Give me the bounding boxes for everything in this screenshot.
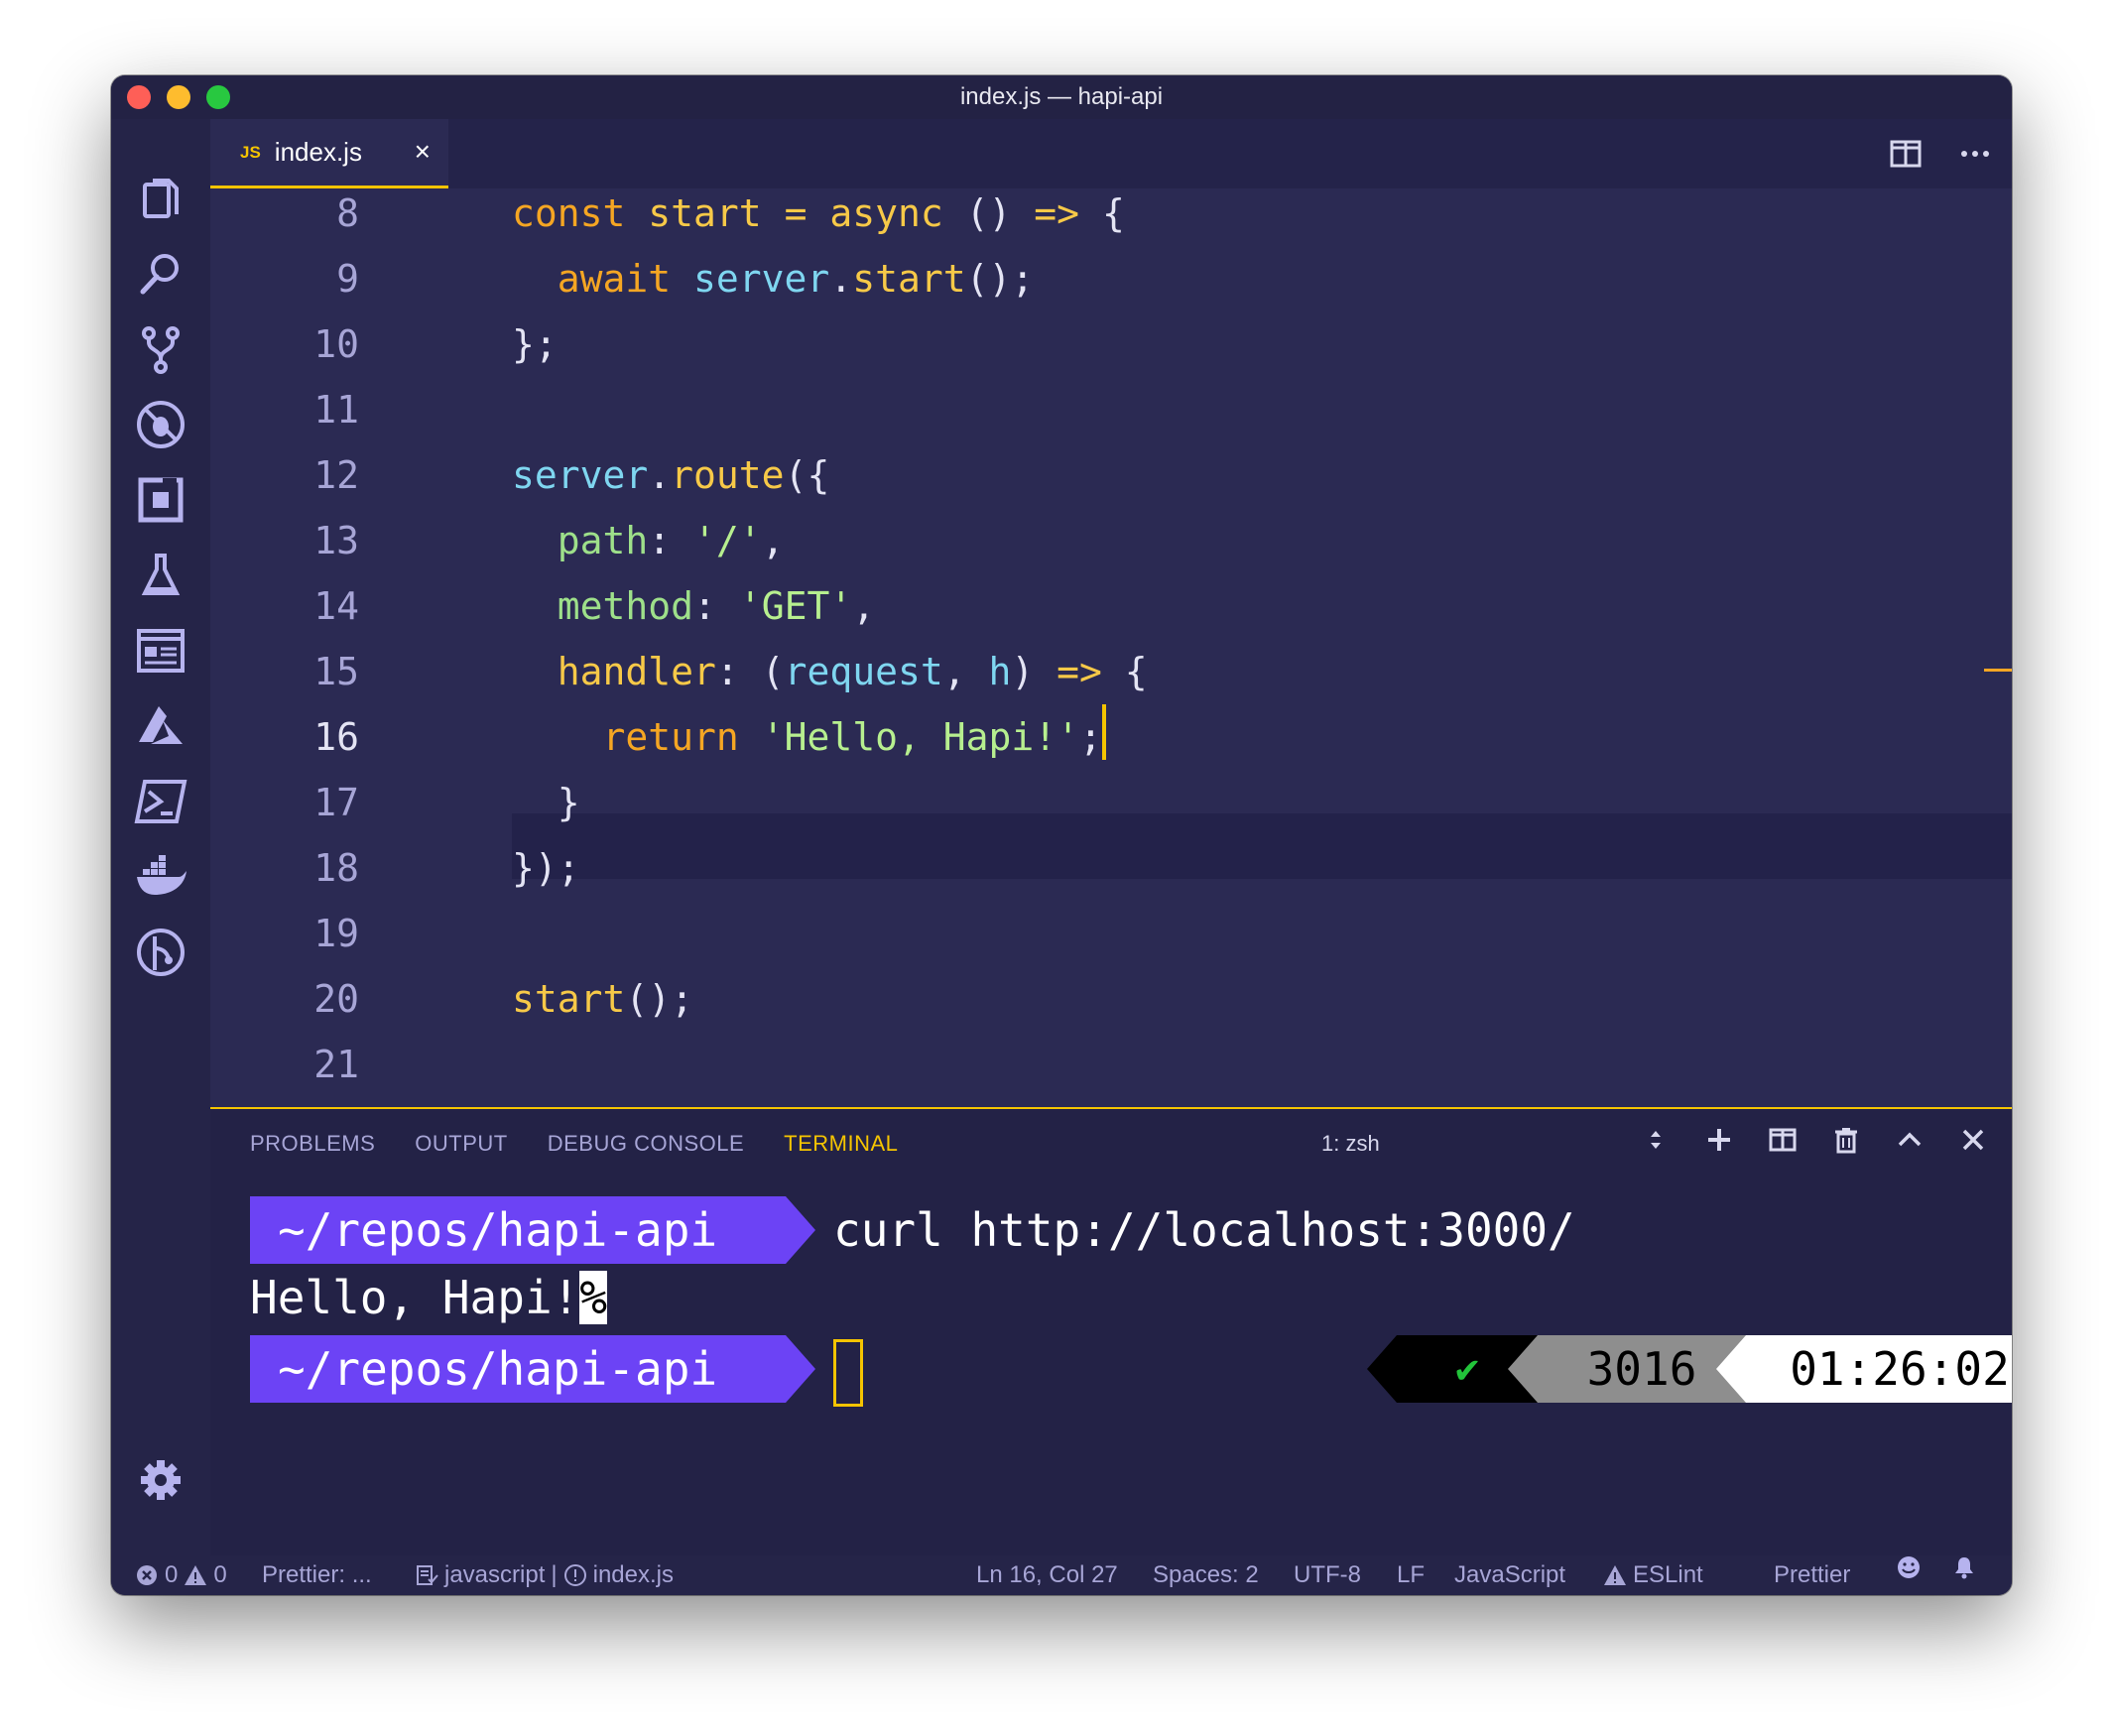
tab-problems[interactable]: PROBLEMS [250, 1131, 375, 1157]
right-prompt: ✔ 3016 01:26:02 [1367, 1335, 2012, 1403]
debug-icon[interactable] [133, 397, 188, 452]
eslint-status[interactable]: ESLint [1603, 1555, 1703, 1595]
indentation-status[interactable]: Spaces: 2 [1153, 1555, 1259, 1595]
bottom-panel: PROBLEMS OUTPUT DEBUG CONSOLE TERMINAL 1… [210, 1107, 2012, 1555]
warning-count: 0 [213, 1561, 227, 1588]
line-number: 19 [313, 912, 359, 955]
test-flask-icon[interactable] [133, 548, 188, 603]
docker-icon[interactable] [133, 849, 188, 905]
close-tab-icon[interactable]: × [415, 137, 431, 167]
cursor-position[interactable]: Ln 16, Col 27 [976, 1555, 1118, 1595]
panel-actions [1641, 1125, 1988, 1155]
code-line-17: } [557, 781, 580, 824]
more-actions-icon[interactable] [1958, 137, 1992, 171]
azure-icon[interactable] [133, 698, 188, 754]
terminal-command: curl http://localhost:3000/ [833, 1203, 1575, 1257]
prettier-status-right[interactable]: Prettier [1774, 1555, 1850, 1595]
extensions-icon[interactable] [133, 472, 188, 528]
trash-icon[interactable] [1831, 1125, 1861, 1155]
js-file-icon: JS [240, 142, 261, 162]
no-newline-marker: % [579, 1271, 608, 1324]
line-number: 8 [336, 191, 359, 235]
activity-bar [111, 119, 210, 1555]
terminal-cursor [833, 1339, 863, 1407]
line-number: 16 [313, 715, 359, 759]
title-bar: index.js — hapi-api [111, 75, 2012, 119]
prettier-status-left[interactable]: Prettier: ... [262, 1555, 372, 1595]
line-number: 11 [313, 388, 359, 432]
code-editor[interactable]: 8 9 10 11 12 13 14 15 16 17 18 19 20 21 … [210, 188, 2012, 1107]
code-line-15: handler: (request, h) => { [557, 650, 1148, 693]
error-count: 0 [165, 1561, 179, 1588]
tab-terminal[interactable]: TERMINAL [784, 1131, 898, 1157]
status-bar: 0 0 Prettier: ... javascript | index.js … [111, 1555, 2012, 1595]
encoding-status[interactable]: UTF-8 [1294, 1555, 1361, 1595]
tab-output[interactable]: OUTPUT [415, 1131, 507, 1157]
line-number: 14 [313, 584, 359, 628]
zoom-window-button[interactable] [206, 85, 230, 109]
eol-status[interactable]: LF [1397, 1555, 1425, 1595]
editor-actions [1889, 137, 1992, 171]
warning-icon [1604, 1565, 1626, 1585]
overview-ruler-marker [1984, 669, 2012, 672]
code-line-16: return 'Hello, Hapi!'; [512, 704, 1106, 770]
code-line-14: method: 'GET', [557, 584, 876, 628]
select-arrows-icon[interactable] [1641, 1125, 1671, 1155]
powershell-icon[interactable] [133, 774, 188, 829]
line-number: 17 [313, 781, 359, 824]
prompt-path: ~/repos/hapi-api [250, 1196, 815, 1264]
gitlens-icon[interactable] [133, 925, 188, 980]
code-line-10: }; [512, 322, 558, 366]
editor-tab-bar: JS index.js × [210, 119, 2012, 188]
gear-icon[interactable] [133, 1452, 188, 1508]
warning-icon [185, 1565, 207, 1585]
language-mode[interactable]: JavaScript [1454, 1555, 1565, 1595]
line-number: 15 [313, 650, 359, 693]
code-line-18: }); [512, 846, 580, 890]
tab-index-js[interactable]: JS index.js × [210, 119, 448, 188]
new-terminal-icon[interactable] [1704, 1125, 1734, 1155]
terminal-select[interactable]: 1: zsh [1321, 1131, 1380, 1157]
panel-tabs: PROBLEMS OUTPUT DEBUG CONSOLE TERMINAL [250, 1131, 898, 1157]
text-cursor [1101, 704, 1106, 760]
code-line-9: await server.start(); [557, 257, 1035, 301]
history-number: 3016 [1508, 1335, 1746, 1403]
close-window-button[interactable] [127, 85, 151, 109]
maximize-panel-icon[interactable] [1895, 1125, 1925, 1155]
current-line-highlight [512, 813, 2012, 879]
line-number: 9 [336, 257, 359, 301]
feedback-smiley-icon[interactable] [1897, 1555, 1921, 1579]
code-line-8: const start = async () => { [512, 191, 1125, 235]
tab-label: index.js [274, 137, 362, 167]
line-number: 12 [313, 453, 359, 497]
problems-status[interactable]: 0 0 [135, 1555, 227, 1595]
search-icon[interactable] [133, 246, 188, 302]
line-number: 21 [313, 1043, 359, 1086]
error-icon [137, 1565, 157, 1585]
vscode-window: index.js — hapi-api JS index.js × 8 9 10… [111, 75, 2012, 1595]
close-panel-icon[interactable] [1958, 1125, 1988, 1155]
language-server-status[interactable]: javascript | index.js [415, 1555, 674, 1595]
line-number: 13 [313, 519, 359, 562]
source-control-icon[interactable] [133, 321, 188, 377]
explorer-icon[interactable] [133, 171, 188, 226]
window-title: index.js — hapi-api [959, 83, 1164, 110]
tab-debug-console[interactable]: DEBUG CONSOLE [548, 1131, 744, 1157]
code-line-20: start(); [512, 977, 694, 1021]
line-number: 20 [313, 977, 359, 1021]
split-terminal-icon[interactable] [1768, 1125, 1798, 1155]
line-number: 10 [313, 322, 359, 366]
minimize-window-button[interactable] [167, 85, 190, 109]
line-number: 18 [313, 846, 359, 890]
code-line-13: path: '/', [557, 519, 785, 562]
terminal-output: Hello, Hapi!% [250, 1271, 608, 1324]
prompt-path: ~/repos/hapi-api [250, 1335, 815, 1403]
info-circle-icon [563, 1564, 586, 1586]
remote-explorer-icon[interactable] [133, 623, 188, 679]
notifications-bell-icon[interactable] [1952, 1555, 1976, 1579]
code-line-12: server.route({ [512, 453, 830, 497]
prompt-time: 01:26:02 [1716, 1335, 2012, 1403]
checklist-icon [417, 1565, 438, 1585]
split-editor-icon[interactable] [1889, 137, 1923, 171]
